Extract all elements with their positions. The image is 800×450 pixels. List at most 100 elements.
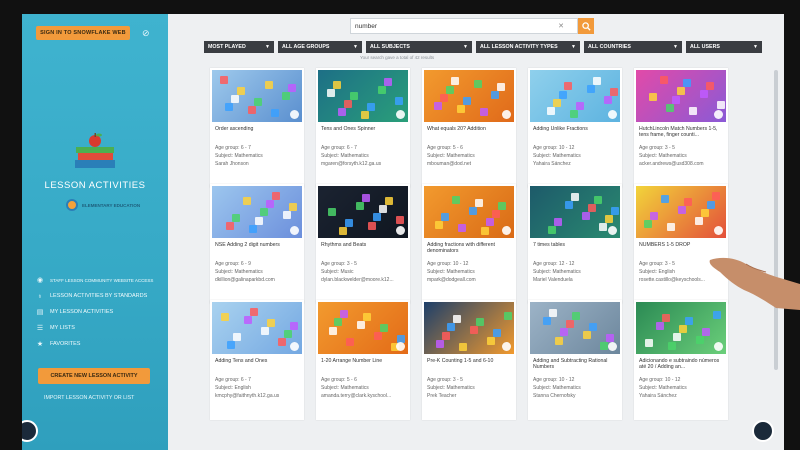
chevron-down-icon: ▼ (265, 44, 270, 50)
import-link[interactable]: IMPORT LESSON ACTIVITY OR LIST (44, 395, 134, 401)
thumbnail-tile (475, 199, 483, 207)
play-icon[interactable] (290, 226, 299, 235)
activity-thumbnail[interactable] (530, 70, 620, 122)
chevron-down-icon: ▼ (463, 44, 468, 50)
filter-age[interactable]: ALL AGE GROUPS ▼ (278, 41, 362, 53)
thumbnail-tile (261, 327, 269, 335)
thumbnail-tile (576, 102, 584, 110)
play-icon[interactable] (608, 226, 617, 235)
activity-card[interactable]: 7 times tables Age group: 12 - 12 Subject:… (528, 184, 622, 304)
scrollbar[interactable] (774, 70, 778, 370)
close-icon[interactable]: ⊘ (142, 28, 150, 39)
sidebar-item-community[interactable]: ◉ STAFF LESSON COMMUNITY WEBSITE ACCESS (36, 272, 166, 288)
thumbnail-tile (452, 196, 460, 204)
card-title[interactable]: Adding fractions with different denomina… (427, 242, 513, 254)
activity-thumbnail[interactable] (530, 186, 620, 238)
filter-label: ALL LESSON ACTIVITY TYPES (480, 44, 558, 50)
activity-card[interactable]: Adding Tens and Ones Age group: 6 - 7 Subj… (210, 300, 304, 420)
activity-card[interactable]: NSE Adding 2 digit numbers Age group: 6 -… (210, 184, 304, 304)
activity-card[interactable]: 1-20 Arrange Number Line Age group: 5 - 6… (316, 300, 410, 420)
activity-thumbnail[interactable] (212, 70, 302, 122)
activity-card[interactable]: Adicionando e subtraindo números até 20 … (634, 300, 728, 420)
sidebar-item-my-activities[interactable]: ▤ MY LESSON ACTIVITIES (36, 304, 166, 320)
play-icon[interactable] (290, 342, 299, 351)
card-title[interactable]: Adding and Subtracting Rational Numbers (533, 358, 619, 370)
thumbnail-tile (706, 82, 714, 90)
card-title[interactable]: HutchLincoln Match Numbers 1-5, tens fra… (639, 126, 725, 138)
activity-card[interactable]: Rhythms and Beats Age group: 3 - 5 Subject… (316, 184, 410, 304)
search-button[interactable] (578, 18, 594, 34)
thumbnail-tile (695, 217, 703, 225)
activity-card[interactable]: Adding fractions with different denomina… (422, 184, 516, 304)
filter-users[interactable]: ALL USERS ▼ (686, 41, 762, 53)
card-title[interactable]: 7 times tables (533, 242, 619, 248)
thumbnail-tile (583, 331, 591, 339)
play-icon[interactable] (396, 110, 405, 119)
card-title[interactable]: NUMBERS 1-5 DROP (639, 242, 725, 248)
card-title[interactable]: Pre-K Counting 1-5 and 6-10 (427, 358, 513, 364)
play-icon[interactable] (396, 342, 405, 351)
filter-sort[interactable]: MOST PLAYED ▼ (204, 41, 274, 53)
card-title[interactable]: Adicionando e subtraindo números até 20 … (639, 358, 725, 370)
card-title[interactable]: Adding Unlike Fractions (533, 126, 619, 132)
thumbnail-tile (267, 319, 275, 327)
activity-thumbnail[interactable] (318, 186, 408, 238)
filter-activity-type[interactable]: ALL LESSON ACTIVITY TYPES ▼ (476, 41, 580, 53)
activity-thumbnail[interactable] (424, 302, 514, 354)
play-icon[interactable] (502, 110, 511, 119)
card-age-group: Age group: 3 - 5 (639, 145, 675, 151)
corner-logo-right[interactable] (752, 420, 774, 442)
activity-thumbnail[interactable] (424, 186, 514, 238)
play-icon[interactable] (608, 342, 617, 351)
activity-card[interactable]: Adding Unlike Fractions Age group: 10 - 1… (528, 68, 622, 188)
search-input[interactable] (351, 21, 556, 31)
card-title[interactable]: Adding Tens and Ones (215, 358, 301, 364)
activity-thumbnail[interactable] (636, 186, 726, 238)
play-icon[interactable] (290, 110, 299, 119)
thumbnail-tile (559, 91, 567, 99)
filter-subject[interactable]: ALL SUBJECTS ▼ (366, 41, 472, 53)
sidebar-item-favorites[interactable]: ★ FAVORITES (36, 336, 166, 352)
create-lesson-button[interactable]: CREATE NEW LESSON ACTIVITY (38, 368, 150, 384)
activity-thumbnail[interactable] (212, 302, 302, 354)
activity-card[interactable]: Tens and Ones Spinner Age group: 6 - 7 Sub… (316, 68, 410, 188)
activity-thumbnail[interactable] (318, 70, 408, 122)
card-title[interactable]: What equals 20? Addition (427, 126, 513, 132)
card-title[interactable]: Order ascending (215, 126, 301, 132)
activity-thumbnail[interactable] (318, 302, 408, 354)
thumbnail-tile (555, 337, 563, 345)
activity-thumbnail[interactable] (636, 70, 726, 122)
clear-icon[interactable]: ✕ (556, 22, 566, 30)
play-icon[interactable] (502, 226, 511, 235)
play-icon[interactable] (714, 226, 723, 235)
activity-card[interactable]: What equals 20? Addition Age group: 5 - 6… (422, 68, 516, 188)
activity-card[interactable]: Pre-K Counting 1-5 and 6-10 Age group: 3 … (422, 300, 516, 420)
activity-card[interactable]: Adding and Subtracting Rational Numbers A… (528, 300, 622, 420)
thumbnail-tile (689, 107, 697, 115)
thumbnail-tile (237, 87, 245, 95)
thumbnail-tile (582, 212, 590, 220)
play-icon[interactable] (502, 342, 511, 351)
card-title[interactable]: Rhythms and Beats (321, 242, 407, 248)
sidebar-item-standards[interactable]: ♁ LESSON ACTIVITIES BY STANDARDS (36, 288, 166, 304)
activity-thumbnail[interactable] (530, 302, 620, 354)
document-icon: ▤ (36, 309, 44, 316)
card-age-group: Age group: 6 - 9 (215, 261, 251, 267)
play-icon[interactable] (608, 110, 617, 119)
thumbnail-tile (446, 86, 454, 94)
search-icon (581, 21, 591, 31)
sidebar-item-my-lists[interactable]: ☰ MY LISTS (36, 320, 166, 336)
play-icon[interactable] (714, 110, 723, 119)
activity-thumbnail[interactable] (424, 70, 514, 122)
filter-country[interactable]: ALL COUNTRIES ▼ (584, 41, 682, 53)
sign-in-button[interactable]: SIGN IN TO SNOWFLAKE WEB (36, 26, 130, 40)
card-title[interactable]: Tens and Ones Spinner (321, 126, 407, 132)
activity-thumbnail[interactable] (212, 186, 302, 238)
card-title[interactable]: 1-20 Arrange Number Line (321, 358, 407, 364)
play-icon[interactable] (714, 342, 723, 351)
activity-card[interactable]: HutchLincoln Match Numbers 1-5, tens fra… (634, 68, 728, 188)
activity-card[interactable]: Order ascending Age group: 6 - 7 Subject: … (210, 68, 304, 188)
play-icon[interactable] (396, 226, 405, 235)
thumbnail-tile (553, 99, 561, 107)
card-title[interactable]: NSE Adding 2 digit numbers (215, 242, 301, 248)
